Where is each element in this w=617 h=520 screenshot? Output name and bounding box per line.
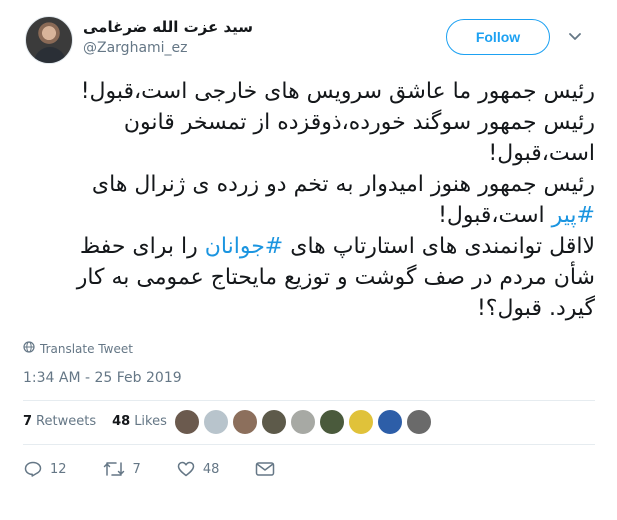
tweet-line: شأن مردم در صف گوشت و توزیع مایحتاج عموم…	[23, 262, 595, 293]
tweet-text-segment: رئیس جمهور هنوز امیدوار به تخم دو زرده ی…	[91, 172, 595, 197]
retweet-count: 7	[132, 461, 141, 477]
divider	[23, 444, 595, 445]
tweet-card: سید عزت الله ضرغامی @Zarghami_ez Follow …	[0, 0, 617, 520]
tweet-text-segment: رئیس جمهور ما عاشق سرویس های خارجی است،ق…	[80, 79, 595, 104]
tweet-text-segment: است،قبول!	[488, 141, 595, 166]
tweet-line: رئیس جمهور هنوز امیدوار به تخم دو زرده ی…	[23, 169, 595, 200]
hashtag-link[interactable]: #پیر	[552, 203, 595, 228]
retweets-stat[interactable]: 7 Retweets	[23, 414, 96, 429]
liker-avatar-3[interactable]	[232, 409, 258, 435]
retweet-icon	[103, 461, 125, 477]
avatar[interactable]	[25, 16, 73, 64]
hashtag-link[interactable]: #جوانان	[205, 234, 284, 259]
liker-avatar-6[interactable]	[319, 409, 345, 435]
tweet-line: است،قبول!	[23, 138, 595, 169]
user-handle[interactable]: @Zarghami_ez	[83, 40, 188, 56]
translate-label: Translate Tweet	[40, 341, 133, 356]
tweet-line: رئیس جمهور ما عاشق سرویس های خارجی است،ق…	[23, 76, 595, 107]
reply-icon	[24, 461, 42, 477]
reply-button[interactable]: 12	[24, 461, 67, 477]
retweets-label: Retweets	[36, 414, 97, 429]
follow-button[interactable]: Follow	[446, 19, 550, 55]
direct-message-button[interactable]	[255, 461, 275, 477]
tweet-stats: 7 Retweets 48 Likes	[23, 414, 183, 429]
likes-count: 48	[112, 414, 131, 429]
retweets-count: 7	[23, 414, 33, 429]
tweet-text-segment: لااقل توانمندی های استارتاپ های	[283, 234, 595, 259]
reply-count: 12	[50, 461, 67, 477]
tweet-text: رئیس جمهور ما عاشق سرویس های خارجی است،ق…	[23, 76, 595, 324]
tweet-line: #پیر است،قبول!	[23, 200, 595, 231]
likes-stat[interactable]: 48 Likes	[112, 414, 167, 429]
liker-avatar-9[interactable]	[406, 409, 432, 435]
like-count: 48	[202, 461, 220, 477]
tweet-timestamp[interactable]: 1:34 AM - 25 Feb 2019	[23, 370, 182, 386]
tweet-line: گیرد. قبول؟!	[23, 293, 595, 324]
retweet-button[interactable]: 7	[103, 461, 141, 477]
like-button[interactable]: 48	[177, 461, 220, 477]
heart-icon	[177, 461, 195, 477]
likes-label: Likes	[134, 414, 167, 429]
tweet-actions: 12 7 48	[24, 461, 311, 477]
globe-icon	[23, 341, 35, 356]
tweet-line: رئیس جمهور سوگند خورده،ذوقزده از تمسخر ق…	[23, 107, 595, 138]
tweet-text-segment: رئیس جمهور سوگند خورده،ذوقزده از تمسخر ق…	[123, 110, 595, 135]
message-icon	[255, 461, 275, 477]
divider	[23, 400, 595, 401]
liker-avatar-8[interactable]	[377, 409, 403, 435]
liker-avatar-4[interactable]	[261, 409, 287, 435]
tweet-text-segment: گیرد. قبول؟!	[476, 296, 595, 321]
chevron-down-icon[interactable]	[568, 30, 582, 44]
liker-avatar-7[interactable]	[348, 409, 374, 435]
tweet-line: لااقل توانمندی های استارتاپ های #جوانان …	[23, 231, 595, 262]
display-name[interactable]: سید عزت الله ضرغامی	[83, 18, 253, 36]
liker-avatar-1[interactable]	[174, 409, 200, 435]
liker-avatar-5[interactable]	[290, 409, 316, 435]
translate-tweet-link[interactable]: Translate Tweet	[23, 341, 133, 356]
tweet-text-segment: است،قبول!	[438, 203, 552, 228]
tweet-text-segment: شأن مردم در صف گوشت و توزیع مایحتاج عموم…	[76, 265, 595, 290]
liker-avatar-2[interactable]	[203, 409, 229, 435]
liker-avatars	[174, 409, 432, 435]
tweet-text-segment: را برای حفظ	[79, 234, 205, 259]
